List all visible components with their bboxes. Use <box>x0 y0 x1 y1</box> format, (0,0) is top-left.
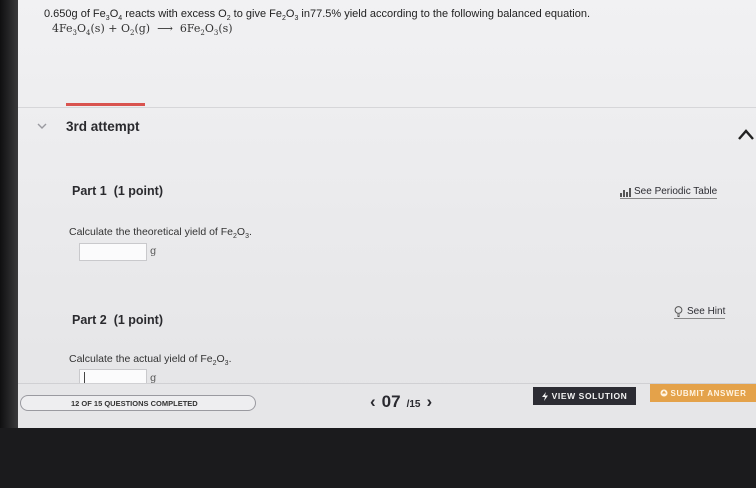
progress-indicator: 12 OF 15 QUESTIONS COMPLETED <box>20 395 256 411</box>
question-text: 0.650g of Fe3O4 reacts with excess O2 to… <box>44 8 591 23</box>
balanced-equation: 4Fe3O4(s) + O2(g) ⟶ 6Fe2O3(s) <box>52 22 233 38</box>
part1-answer-input[interactable] <box>79 243 147 261</box>
prev-question-button[interactable]: ‹ <box>370 392 376 412</box>
bolt-icon <box>541 391 548 401</box>
view-solution-button[interactable]: VIEW SOLUTION <box>533 387 636 405</box>
see-hint-link[interactable]: See Hint <box>674 306 726 319</box>
periodic-table-link[interactable]: See Periodic Table <box>620 186 718 199</box>
current-question-number: 07 <box>381 392 401 411</box>
question-pager: ‹ 07/15 › <box>370 392 432 412</box>
part1-title: Part 1 (1 point) <box>72 184 163 198</box>
caret-up-icon[interactable] <box>736 126 756 142</box>
lightbulb-icon <box>674 306 683 317</box>
attempt-accent-line <box>66 103 145 106</box>
part2-title: Part 2 (1 point) <box>72 313 163 327</box>
part2-prompt: Calculate the actual yield of Fe2O3. <box>69 353 232 368</box>
section-divider <box>18 107 756 108</box>
chevron-down-icon[interactable] <box>36 120 48 132</box>
periodic-table-icon <box>620 187 631 197</box>
part1-prompt: Calculate the theoretical yield of Fe2O3… <box>69 226 252 241</box>
monitor-bezel <box>0 0 18 430</box>
attempt-label: 3rd attempt <box>66 119 140 134</box>
monitor-bezel-bottom <box>0 428 756 488</box>
total-questions: /15 <box>406 399 421 410</box>
part1-unit: g <box>150 246 157 257</box>
submit-answer-button[interactable]: SUBMIT ANSWER <box>650 384 756 402</box>
next-question-button[interactable]: › <box>427 392 433 412</box>
arrow-up-circle-icon <box>660 389 668 397</box>
